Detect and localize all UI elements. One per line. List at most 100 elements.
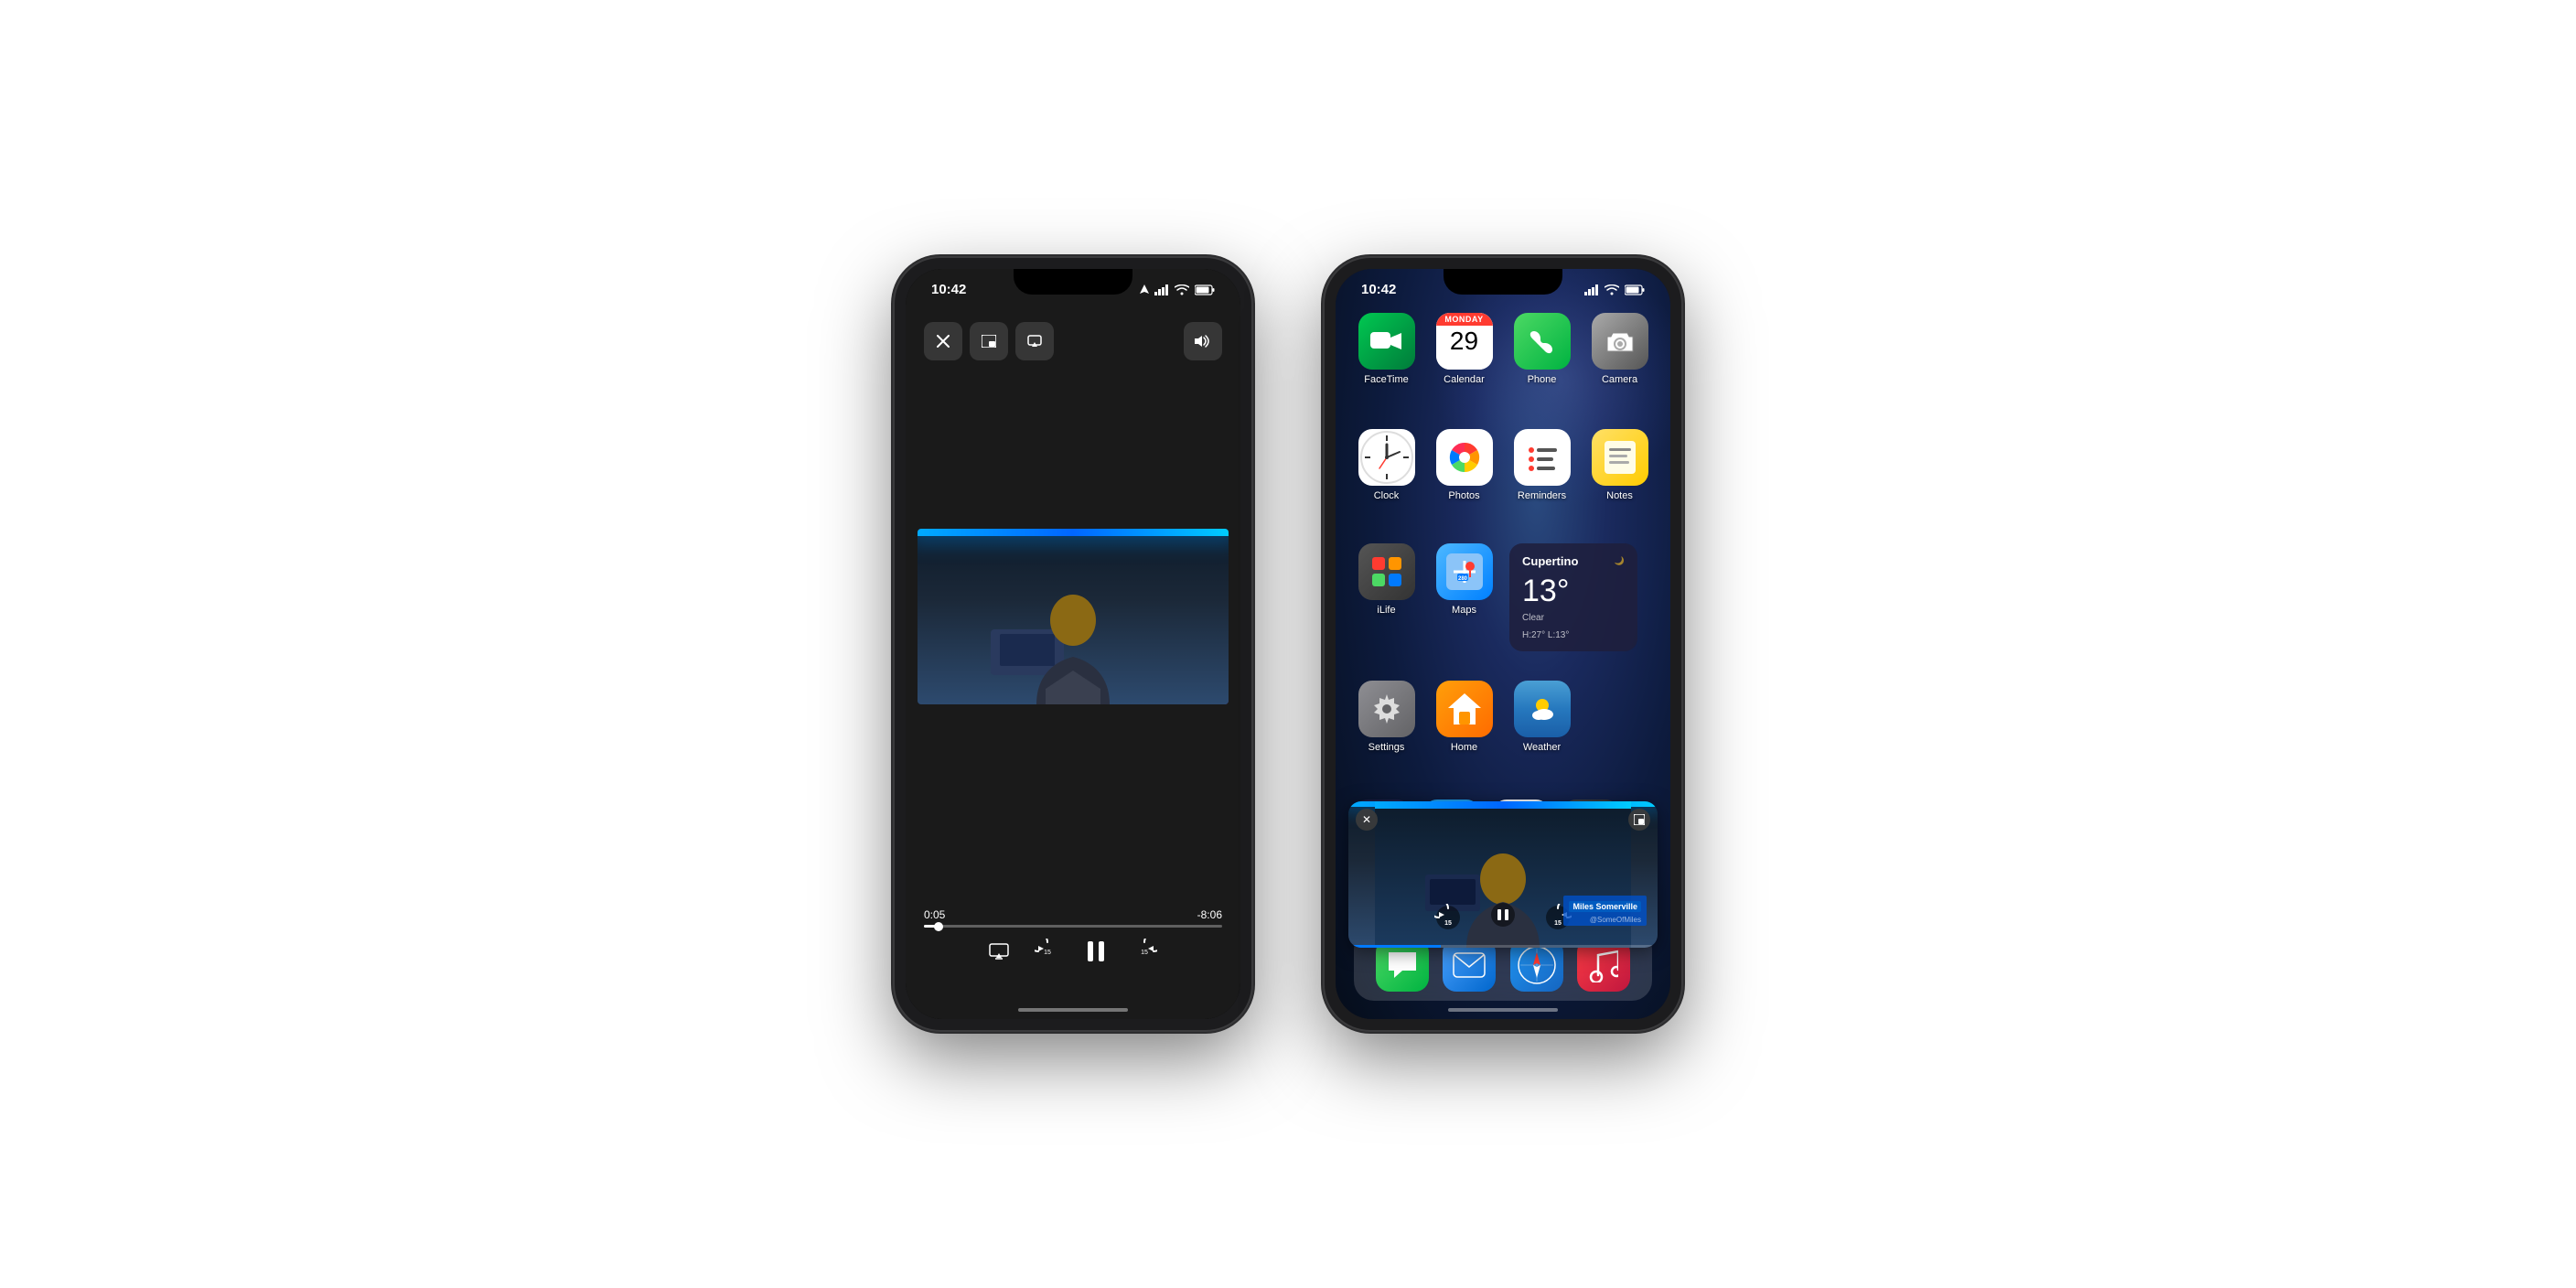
playback-buttons: 15 15 (924, 939, 1222, 964)
weather-app[interactable]: Weather (1509, 681, 1574, 753)
music-svg (1589, 948, 1618, 982)
camera-label: Camera (1602, 374, 1637, 385)
close-icon (937, 335, 950, 348)
clock-app[interactable]: Clock (1354, 429, 1419, 501)
home-indicator-right (1448, 1008, 1558, 1012)
rewind-label: 15 (1044, 950, 1051, 956)
home-app[interactable]: Home (1432, 681, 1497, 753)
home-label: Home (1451, 742, 1477, 753)
phone-label: Phone (1528, 374, 1557, 385)
calendar-icon: MONDAY 29 (1436, 313, 1493, 370)
facetime-icon (1358, 313, 1415, 370)
airplay-button[interactable] (1015, 322, 1054, 360)
notch-right (1444, 269, 1562, 295)
volume-icon (1195, 335, 1211, 348)
reminders-label: Reminders (1518, 490, 1566, 501)
moon-icon: 🌙 (1615, 556, 1625, 566)
svg-text:280: 280 (1457, 576, 1467, 582)
video-top-controls (906, 322, 1240, 360)
current-time: 0:05 (924, 908, 945, 921)
calendar-label: Calendar (1444, 374, 1485, 385)
notes-icon (1592, 429, 1648, 486)
notes-label: Notes (1606, 490, 1633, 501)
pip-video[interactable]: ✕ (1348, 801, 1658, 948)
pause-button[interactable] (1086, 939, 1106, 963)
pip-rewind-label: 15 (1444, 920, 1452, 927)
settings-label: Settings (1368, 742, 1405, 753)
left-phone: 10:42 (895, 258, 1251, 1030)
home-indicator (1018, 1008, 1128, 1012)
pip-button[interactable] (970, 322, 1008, 360)
home-svg (1448, 692, 1481, 726)
photos-app[interactable]: Photos (1432, 429, 1497, 501)
safari-svg (1517, 945, 1557, 985)
pip-person-name: Miles Somerville (1569, 901, 1641, 912)
reminders-app[interactable]: Reminders (1509, 429, 1574, 501)
left-screen: 10:42 (906, 269, 1240, 1019)
signal-icon-right (1584, 284, 1599, 295)
clock-label: Clock (1374, 490, 1400, 501)
notes-app[interactable]: Notes (1587, 429, 1652, 501)
photos-svg (1444, 437, 1485, 478)
pip-pause[interactable] (1489, 901, 1517, 933)
photos-icon (1436, 429, 1493, 486)
video-person (918, 529, 1229, 704)
forward-15-button[interactable]: 15 (1132, 939, 1157, 964)
maps-svg: 280 (1444, 552, 1485, 592)
app-row-4: Settings Home (1354, 681, 1652, 753)
pip-close-button[interactable]: ✕ (1356, 809, 1378, 831)
reminders-svg (1522, 437, 1562, 478)
app-row-1: FaceTime MONDAY 29 Calendar (1354, 313, 1652, 385)
weather-widget: Cupertino 🌙 13° Clear H:27° L:13° (1509, 543, 1637, 651)
clock-svg (1359, 430, 1414, 485)
facetime-label: FaceTime (1364, 374, 1409, 385)
pause-icon (1086, 939, 1106, 963)
weather-temp: 13° (1522, 575, 1625, 606)
settings-app[interactable]: Settings (1354, 681, 1419, 753)
airplay-tv-button[interactable] (989, 943, 1009, 960)
volume-button[interactable] (1184, 322, 1222, 360)
settings-icon (1358, 681, 1415, 737)
pip-forward-label: 15 (1554, 920, 1562, 927)
home-screen: 10:42 (1336, 269, 1670, 1019)
home-icon (1436, 681, 1493, 737)
pip-expand-icon (1634, 814, 1645, 825)
weather-app-label: Weather (1523, 742, 1561, 753)
pip-rewind[interactable]: 15 (1434, 904, 1462, 931)
pip-expand-button[interactable] (1628, 809, 1650, 831)
app-row-2: Clock (1354, 429, 1652, 501)
remaining-time: -8:06 (1197, 908, 1222, 921)
maps-app[interactable]: 280 Maps (1432, 543, 1497, 616)
left-controls (924, 322, 1054, 360)
reminders-icon (1514, 429, 1571, 486)
ilife-label: iLife (1377, 605, 1395, 616)
camera-app[interactable]: Camera (1587, 313, 1652, 385)
weather-widget-container[interactable]: Cupertino 🌙 13° Clear H:27° L:13° (1509, 543, 1652, 651)
weather-svg (1524, 691, 1561, 727)
cal-month: MONDAY (1436, 313, 1493, 326)
phone-app[interactable]: Phone (1509, 313, 1574, 385)
calendar-app[interactable]: MONDAY 29 Calendar (1432, 313, 1497, 385)
weather-high: H:27° (1522, 630, 1545, 640)
wifi-icon-right (1605, 284, 1619, 295)
ilife-app[interactable]: iLife (1354, 543, 1419, 616)
pip-progress-fill (1348, 945, 1441, 948)
right-screen: 10:42 (1336, 269, 1670, 1019)
rewind-15-button[interactable]: 15 (1035, 939, 1060, 964)
location-icon (1140, 284, 1149, 295)
maps-icon: 280 (1436, 543, 1493, 600)
facetime-app[interactable]: FaceTime (1354, 313, 1419, 385)
weather-condition: Clear (1522, 613, 1625, 623)
pip-progress-bar (1348, 945, 1658, 948)
status-icons (1140, 284, 1215, 295)
progress-thumb (934, 922, 943, 931)
maps-label: Maps (1452, 605, 1476, 616)
ilife-svg (1368, 553, 1405, 590)
photos-label: Photos (1448, 490, 1479, 501)
right-phone: 10:42 (1325, 258, 1681, 1030)
progress-bar[interactable] (924, 925, 1222, 928)
ilife-icon (1358, 543, 1415, 600)
video-content (918, 529, 1229, 704)
close-button[interactable] (924, 322, 962, 360)
pip-pause-icon (1489, 901, 1517, 928)
